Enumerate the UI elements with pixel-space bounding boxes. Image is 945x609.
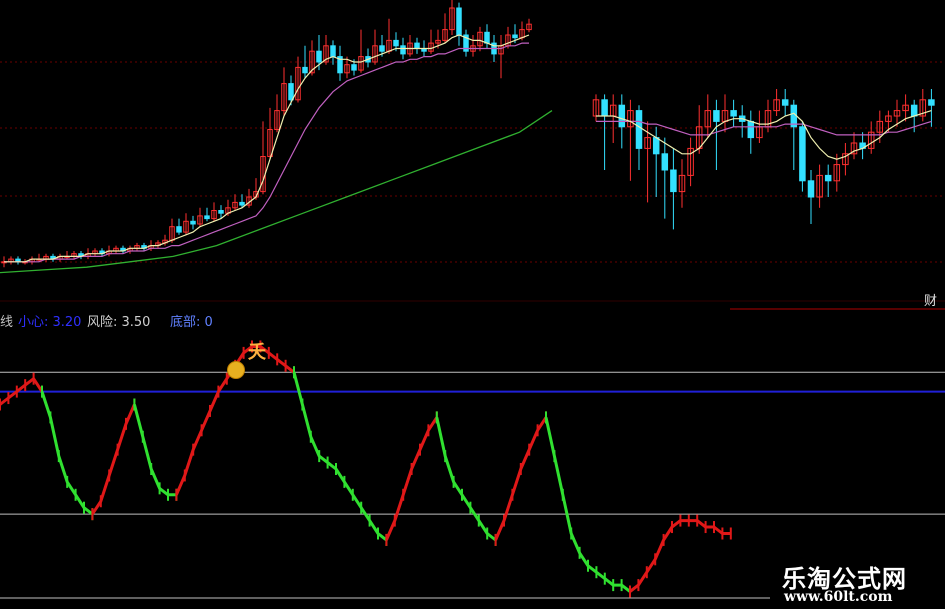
right-candle-body <box>652 137 660 155</box>
osc-segment <box>435 417 497 542</box>
ma-slow-line <box>0 110 553 274</box>
left-candle-body <box>176 226 182 233</box>
left-candle-body <box>456 7 462 36</box>
right-candle-body <box>730 110 737 117</box>
watermark-box: 乐淘公式网 www.60lt.com <box>770 555 945 609</box>
stock-chart-svg <box>0 0 945 599</box>
left-candle-body <box>239 201 245 206</box>
right-candle-body <box>799 126 806 182</box>
right-candle-body <box>713 110 720 122</box>
ma-mid-left-line <box>4 42 529 263</box>
left-candle-body <box>218 210 224 214</box>
left-candle-body <box>302 66 308 74</box>
left-candle-body <box>288 83 294 101</box>
bottom-label: 底部: 0 <box>170 315 213 330</box>
chart-stage: 线 小心: 3.20 风险: 3.50 底部: 0 财 夭 乐淘公式网 www.… <box>0 0 945 609</box>
osc-segment <box>40 391 94 516</box>
indicator-name-label: 线 <box>0 315 14 330</box>
osc-segment <box>629 519 731 593</box>
ma-fast-left-line <box>4 34 530 263</box>
smiley-marker-icon <box>227 361 245 379</box>
peak-marker-glyph: 夭 <box>248 342 266 363</box>
right-candle-body <box>824 174 832 182</box>
right-candle-body <box>747 120 755 139</box>
left-candle-body <box>204 215 210 220</box>
right-candle-body <box>807 180 815 198</box>
right-candle-body <box>618 104 626 128</box>
right-candle-body <box>781 99 789 106</box>
left-candle-body <box>379 45 385 52</box>
left-candle-body <box>351 64 357 71</box>
right-candle-body <box>635 110 643 149</box>
right-candle-body <box>601 99 608 117</box>
right-candle-body <box>928 99 935 106</box>
osc-segment <box>292 371 388 542</box>
left-candle-body <box>512 34 518 39</box>
right-candle-body <box>670 169 677 193</box>
right-candle-body <box>661 153 669 171</box>
caution-label: 小心: 3.20 <box>18 315 82 330</box>
left-candle-body <box>330 45 336 58</box>
finance-side-label: 财 <box>924 294 938 309</box>
right-candle-body <box>910 104 918 117</box>
left-candle-body <box>190 220 196 225</box>
risk-label: 风险: 3.50 <box>87 315 151 330</box>
left-candle-body <box>400 45 406 55</box>
left-candle-body <box>414 42 420 49</box>
left-candle-body <box>484 31 490 44</box>
osc-segment <box>132 404 177 497</box>
left-candle-body <box>316 50 322 63</box>
watermark-url: www.60lt.com <box>784 589 893 605</box>
osc-segment <box>91 403 136 515</box>
left-candle-body <box>393 39 399 47</box>
